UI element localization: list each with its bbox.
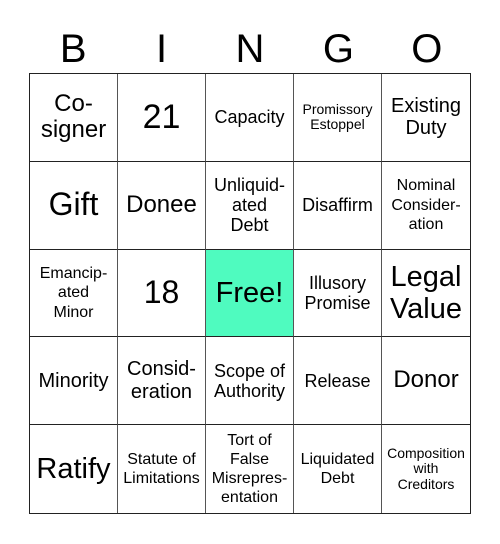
bingo-cell[interactable]: Composition with Creditors — [382, 425, 470, 513]
cell-label: Consid-eration — [127, 358, 196, 403]
cell-label: Donor — [393, 366, 459, 394]
bingo-cell[interactable]: Illusory Promise — [294, 249, 382, 338]
cell-label: Illusory Promise — [304, 272, 371, 313]
bingo-cell[interactable]: Minority — [30, 337, 118, 426]
bingo-cell[interactable]: Promissory Estoppel — [294, 74, 382, 162]
cell-label: Disaffirm — [302, 195, 373, 216]
cell-label: Liquidated Debt — [300, 450, 375, 488]
bingo-cell[interactable]: Liquidated Debt — [294, 425, 382, 513]
bingo-cell[interactable]: Statute of Limitations — [118, 425, 206, 513]
cell-label: Minority — [38, 369, 109, 392]
header-letter-i: I — [156, 27, 168, 71]
header-letter-g: G — [322, 27, 354, 71]
bingo-cell[interactable]: Unliquid-ated Debt — [206, 161, 294, 250]
bingo-cell[interactable]: Consid-eration — [118, 337, 206, 426]
bingo-cell[interactable]: Nominal Consider-ation — [382, 162, 470, 250]
cell-label: Capacity — [214, 107, 285, 128]
cell-label: Release — [304, 370, 371, 391]
bingo-cell[interactable]: Capacity — [206, 74, 294, 162]
bingo-cell[interactable]: Gift — [30, 161, 118, 250]
bingo-cell[interactable]: Donor — [382, 337, 470, 426]
cell-label: Co-signer — [40, 89, 107, 144]
cell-label: Scope of Authority — [213, 360, 286, 401]
cell-label: Legal Value — [389, 260, 463, 325]
cell-label: Nominal Consider-ation — [391, 177, 461, 233]
bingo-cell[interactable]: Legal Value — [382, 250, 470, 338]
bingo-cell[interactable]: Donee — [118, 161, 206, 250]
bingo-cell[interactable]: Ratify — [30, 425, 118, 513]
bingo-cell[interactable]: Tort of False Misrepres-entation — [206, 425, 294, 513]
cell-label: Donee — [126, 190, 197, 218]
cell-label: Ratify — [36, 452, 111, 485]
cell-label: Unliquid-ated Debt — [213, 174, 286, 236]
cell-label: Tort of False Misrepres-entation — [211, 431, 288, 507]
bingo-cell[interactable]: Existing Duty — [382, 74, 470, 162]
bingo-cell[interactable]: 21 — [118, 74, 206, 162]
bingo-cell[interactable]: Release — [294, 337, 382, 426]
bingo-cell[interactable]: Emancip-ated Minor — [30, 249, 118, 338]
bingo-cell[interactable]: Scope of Authority — [206, 337, 294, 426]
cell-label: Promissory Estoppel — [302, 100, 373, 133]
cell-label: Free! — [215, 276, 284, 309]
bingo-header: B I N G O — [29, 24, 471, 74]
cell-label: Statute of Limitations — [123, 450, 200, 488]
bingo-cell[interactable]: Co-signer — [30, 74, 118, 162]
cell-label: Emancip-ated Minor — [39, 265, 108, 321]
cell-label: Gift — [48, 186, 99, 223]
header-letter-b: B — [59, 27, 87, 71]
bingo-cell[interactable]: 18 — [118, 249, 206, 338]
cell-label: 18 — [143, 274, 180, 311]
free-space-cell[interactable]: Free! — [206, 249, 294, 338]
cell-label: Composition with Creditors — [387, 444, 465, 492]
cell-label: Existing Duty — [390, 95, 462, 140]
cell-label: 21 — [142, 98, 181, 137]
bingo-cell[interactable]: Disaffirm — [294, 161, 382, 250]
header-letter-n: N — [235, 27, 265, 71]
header-letter-o: O — [411, 27, 443, 71]
bingo-grid: Co-signer 21 Capacity Promissory Estoppel Exi… — [29, 73, 471, 514]
